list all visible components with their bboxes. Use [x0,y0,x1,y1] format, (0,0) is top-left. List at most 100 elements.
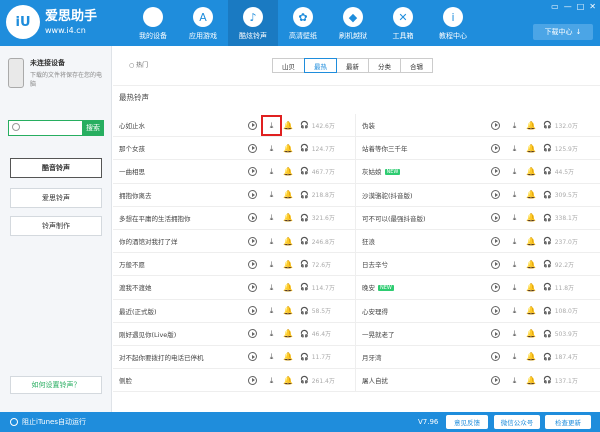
song-title[interactable]: 拥抱你离去 [119,190,152,200]
set-ringtone-icon[interactable]: 🔔 [526,213,536,222]
download-center-button[interactable]: 下载中心 ↓ [533,24,593,40]
set-ringtone-icon[interactable]: 🔔 [526,190,536,199]
set-ringtone-icon[interactable]: 🔔 [283,144,293,153]
set-ringtone-icon[interactable]: 🔔 [283,121,293,130]
song-title[interactable]: 晚安 NEW [362,282,394,292]
sidebar-item-kuyin-ringtones[interactable]: 酷音铃声 [10,158,102,178]
download-icon[interactable]: ⤓ [267,144,276,153]
song-title[interactable]: 侧脸 [119,375,132,385]
download-icon[interactable]: ⤓ [510,329,519,338]
play-icon[interactable] [491,190,500,200]
set-ringtone-icon[interactable]: 🔔 [526,144,536,153]
hot-checkbox[interactable]: ○ 热门 [129,60,148,69]
download-icon[interactable]: ⤓ [510,260,519,269]
download-icon[interactable]: ⤓ [510,306,519,315]
play-icon[interactable] [248,143,257,153]
set-ringtone-icon[interactable]: 🔔 [283,190,293,199]
download-icon[interactable]: ⤓ [510,121,519,130]
song-title[interactable]: 屠人自扰 [362,375,388,385]
download-icon[interactable]: ⤓ [510,352,519,361]
play-icon[interactable] [248,259,257,269]
set-ringtone-icon[interactable]: 🔔 [526,121,536,130]
play-icon[interactable] [248,236,257,246]
song-title[interactable]: 狂浪 [362,236,375,246]
song-title[interactable]: 可不可以(最强抖音版) [362,213,426,223]
play-icon[interactable] [248,352,257,362]
song-title[interactable]: 一曲相思 [119,166,145,176]
song-title[interactable]: 渡我不渡她 [119,282,152,292]
set-ringtone-icon[interactable]: 🔔 [526,283,536,292]
set-ringtone-icon[interactable]: 🔔 [526,237,536,246]
wechat-button[interactable]: 微信公众号 [494,415,540,429]
download-icon[interactable]: ⤓ [267,283,276,292]
download-icon[interactable]: ⤓ [267,306,276,315]
set-ringtone-icon[interactable]: 🔔 [283,260,293,269]
play-icon[interactable] [491,213,500,223]
song-title[interactable]: 你的酒馆对我打了烊 [119,236,178,246]
tab-0[interactable]: 山贝 [272,58,305,73]
sidebar-item-i4-ringtones[interactable]: 爱思铃声 [10,188,102,208]
download-icon[interactable]: ⤓ [267,190,276,199]
set-ringtone-icon[interactable]: 🔔 [526,329,536,338]
nav-item-0[interactable]: 我的设备 [128,0,178,46]
tab-2[interactable]: 最新 [336,58,369,73]
song-title[interactable]: 一晃就老了 [362,329,395,339]
song-title[interactable]: 刚好遇见你(Live版) [119,329,176,339]
song-title[interactable]: 多想在平庸的生活拥抱你 [119,213,191,223]
song-title[interactable]: 心如止水 [119,120,145,130]
play-icon[interactable] [491,282,500,292]
set-ringtone-icon[interactable]: 🔔 [526,376,536,385]
set-ringtone-icon[interactable]: 🔔 [283,167,293,176]
play-icon[interactable] [491,166,500,176]
how-to-set-ringtone-link[interactable]: 如何设置铃声？ [10,376,102,394]
set-ringtone-icon[interactable]: 🔔 [283,306,293,315]
play-icon[interactable] [491,120,500,130]
play-icon[interactable] [491,259,500,269]
song-title[interactable]: 站着等你三千年 [362,143,408,153]
maximize-icon[interactable]: □ [577,2,585,11]
nav-item-3[interactable]: ✿ 高清壁纸 [278,0,328,46]
set-ringtone-icon[interactable]: 🔔 [526,352,536,361]
play-icon[interactable] [248,166,257,176]
play-icon[interactable] [491,352,500,362]
song-title[interactable]: 日去辛兮 [362,259,388,269]
set-ringtone-icon[interactable]: 🔔 [526,260,536,269]
download-icon[interactable]: ⤓ [510,283,519,292]
nav-item-2[interactable]: ♪ 酷炫铃声 [228,0,278,46]
play-icon[interactable] [248,213,257,223]
play-icon[interactable] [248,120,257,130]
download-icon[interactable]: ⤓ [510,144,519,153]
song-title[interactable]: 最近(正式版) [119,306,157,316]
download-icon[interactable]: ⤓ [510,167,519,176]
set-ringtone-icon[interactable]: 🔔 [526,167,536,176]
tab-3[interactable]: 分类 [368,58,401,73]
set-ringtone-icon[interactable]: 🔔 [283,329,293,338]
nav-item-6[interactable]: i 教程中心 [428,0,478,46]
play-icon[interactable] [248,190,257,200]
itunes-toggle[interactable]: 阻止iTunes自动运行 [10,417,86,427]
set-ringtone-icon[interactable]: 🔔 [283,213,293,222]
minimize-icon[interactable]: — [564,2,572,11]
play-icon[interactable] [491,375,500,385]
download-icon[interactable]: ⤓ [267,213,276,222]
set-ringtone-icon[interactable]: 🔔 [283,352,293,361]
nav-item-4[interactable]: ◆ 刷机越狱 [328,0,378,46]
song-title[interactable]: 月牙湾 [362,352,382,362]
download-icon[interactable]: ⤓ [267,167,276,176]
set-ringtone-icon[interactable]: 🔔 [526,306,536,315]
download-icon[interactable]: ⤓ [261,114,282,136]
set-ringtone-icon[interactable]: 🔔 [283,283,293,292]
play-icon[interactable] [248,329,257,339]
close-icon[interactable]: ✕ [589,2,596,11]
search-button[interactable]: 搜索 [82,120,104,136]
check-update-button[interactable]: 检查更新 [545,415,591,429]
tab-4[interactable]: 合辑 [400,58,433,73]
download-icon[interactable]: ⤓ [267,260,276,269]
brand[interactable]: iU 爱思助手 www.i4.cn [6,5,97,39]
song-title[interactable]: 万般不愿 [119,259,145,269]
download-icon[interactable]: ⤓ [267,237,276,246]
download-icon[interactable]: ⤓ [510,237,519,246]
song-title[interactable]: 对不起你要拨打的电话已停机 [119,352,204,362]
nav-item-5[interactable]: ✕ 工具箱 [378,0,428,46]
feedback-button[interactable]: 意见反馈 [446,415,488,429]
